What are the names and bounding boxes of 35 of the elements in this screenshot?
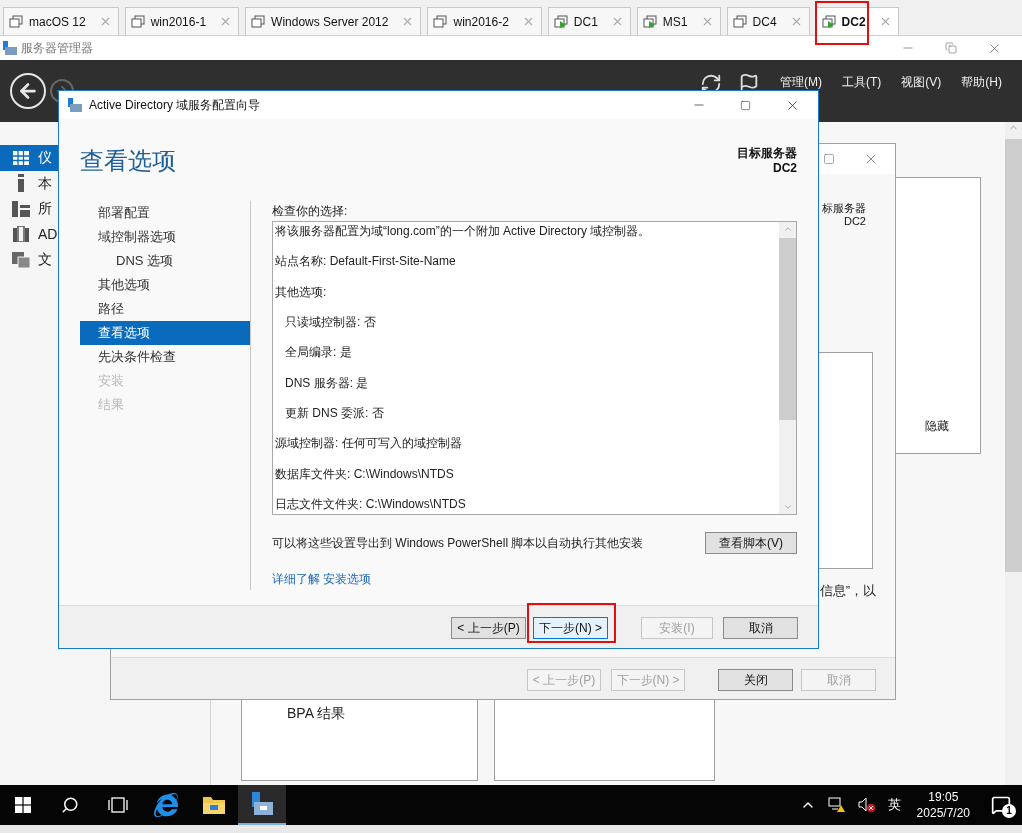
summary-line: 数据库文件夹: C:\Windows\NTDS [275, 465, 455, 483]
notification-badge: 1 [1002, 804, 1016, 818]
summary-line: 将该服务器配置为域“long.com”的一个附加 Active Directory 域控制器。 [275, 223, 652, 241]
sidebar-label: AD [38, 224, 58, 244]
tab-label: DC1 [573, 13, 598, 31]
summary-line: 全局编录: 是 [284, 344, 353, 362]
section-label: 检查你的选择: [272, 204, 349, 218]
summary-line: 日志文件文件夹: C:\Windows\NTDS [275, 495, 467, 513]
tab-label: macOS 12 [29, 13, 86, 31]
tile-title: BPA 结果 [286, 704, 347, 723]
summary-line: 其他选项: [275, 283, 328, 301]
target-server: DC2 [773, 161, 797, 176]
sidebar-label: 文 [38, 250, 52, 270]
tab-label: DC2 [841, 13, 866, 31]
summary-line: 源域控制器: 任何可写入的域控制器 [275, 435, 463, 453]
summary-line: 站点名称: Default-First-Site-Name [275, 253, 457, 271]
summary-line: 只读域控制器: 否 [284, 314, 377, 332]
sidebar-label: 所 [38, 199, 52, 219]
tab-label: DC4 [752, 13, 777, 31]
sidebar-label: 本 [38, 173, 52, 193]
target-label: 标服务器 [822, 202, 866, 215]
export-hint: 可以将这些设置导出到 Windows PowerShell 脚本以自动执行其他安装 [272, 535, 644, 552]
tab-label: win2016-1 [150, 13, 207, 31]
dialog-title: Active Directory 域服务配置向导 [89, 97, 261, 114]
tab-label: Windows Server 2012 [271, 13, 389, 31]
page-heading: 查看选项 [80, 146, 176, 176]
tab-label: MS1 [662, 13, 688, 31]
target-label: 目标服务器 [737, 146, 797, 161]
window-title: 服务器管理器 [21, 40, 93, 57]
description-text: 信息”，以 [819, 582, 876, 600]
summary-line: 更新 DNS 委派: 否 [284, 404, 385, 422]
target-server: DC2 [844, 215, 866, 228]
tab-label: win2016-2 [453, 13, 509, 31]
sidebar-label: 仪 [38, 148, 52, 168]
summary-line: DNS 服务器: 是 [284, 374, 370, 392]
